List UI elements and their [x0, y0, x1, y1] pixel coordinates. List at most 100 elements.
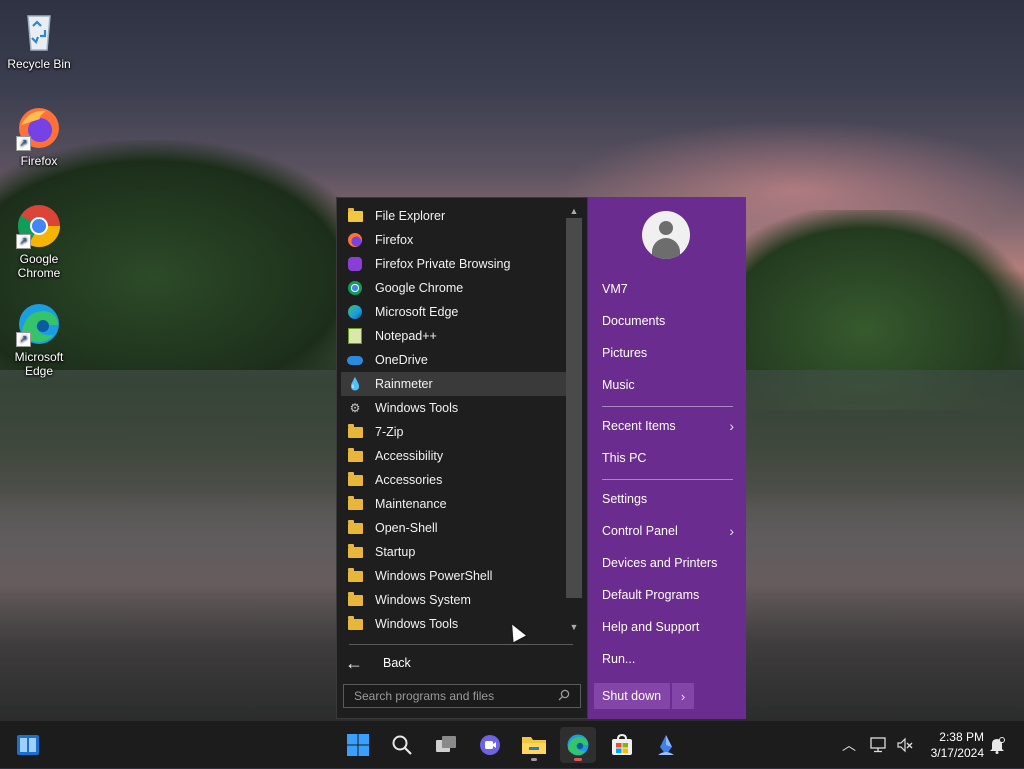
- store-icon: [612, 733, 632, 755]
- program-folder-7zip[interactable]: 7-Zip: [341, 420, 567, 444]
- folder-icon: [347, 447, 363, 464]
- desktop-icon-label: Firefox: [20, 154, 58, 168]
- program-folder-maintenance[interactable]: Maintenance: [341, 492, 567, 516]
- windows-tools-icon: ⚙: [349, 401, 361, 415]
- menu-item-music[interactable]: Music: [602, 373, 734, 397]
- user-avatar[interactable]: [642, 211, 690, 259]
- program-folder-open-shell[interactable]: Open-Shell: [341, 516, 567, 540]
- notifications-button[interactable]: [988, 721, 1006, 769]
- folder-icon: [347, 519, 363, 536]
- scroll-up-icon[interactable]: ▲: [566, 204, 582, 218]
- desktop-icon-label: Microsoft Edge: [14, 350, 64, 378]
- scroll-down-icon[interactable]: ▼: [566, 620, 582, 634]
- program-folder-startup[interactable]: Startup: [341, 540, 567, 564]
- program-item-firefox[interactable]: Firefox: [341, 228, 567, 252]
- open-shell-start-button[interactable]: [10, 727, 46, 763]
- network-status[interactable]: [870, 721, 888, 769]
- shortcut-arrow-icon: ↗: [16, 332, 31, 347]
- active-indicator: [574, 758, 582, 761]
- shutdown-options-button[interactable]: ›: [672, 683, 694, 709]
- program-folder-windows-system[interactable]: Windows System: [341, 588, 567, 612]
- edge-icon: ↗: [16, 301, 62, 347]
- chevron-right-icon: ›: [680, 688, 686, 704]
- menu-item-this-pc[interactable]: This PC: [602, 446, 734, 470]
- desktop-icon-label: Recycle Bin: [7, 57, 71, 71]
- menu-item-default-programs[interactable]: Default Programs: [602, 583, 734, 607]
- program-folder-accessories[interactable]: Accessories: [341, 468, 567, 492]
- notepadpp-icon: [347, 328, 363, 344]
- back-button[interactable]: ← Back: [345, 651, 411, 675]
- show-hidden-icons-button[interactable]: ︿: [842, 721, 856, 769]
- desktop-icon-label: Google Chrome: [17, 252, 61, 280]
- recycle-bin-icon: [16, 8, 62, 54]
- divider: [349, 644, 573, 645]
- scrollbar-thumb[interactable]: [566, 218, 582, 598]
- program-item-windows-tools[interactable]: ⚙ Windows Tools: [341, 396, 567, 420]
- taskbar-search-button[interactable]: [384, 727, 420, 763]
- shortcut-arrow-icon: ↗: [16, 136, 31, 151]
- desktop-icon-firefox[interactable]: ↗ Firefox: [4, 105, 74, 168]
- menu-item-devices-printers[interactable]: Devices and Printers: [602, 551, 734, 575]
- folder-icon: [347, 423, 363, 440]
- program-folder-accessibility[interactable]: Accessibility: [341, 444, 567, 468]
- program-folder-windows-tools[interactable]: Windows Tools: [341, 612, 567, 636]
- program-list: File Explorer Firefox Firefox Private Br…: [341, 204, 567, 636]
- folder-icon: [347, 543, 363, 560]
- rainmeter-icon: 💧: [347, 377, 363, 391]
- taskbar: ︿ 2:38 PM 3/17/2024: [0, 720, 1024, 768]
- menu-item-control-panel[interactable]: Control Panel ›: [602, 519, 734, 543]
- notification-bell-icon: [990, 737, 1005, 754]
- volume-status[interactable]: [896, 721, 914, 769]
- program-item-rainmeter[interactable]: 💧 Rainmeter: [341, 372, 567, 396]
- menu-item-documents[interactable]: Documents: [602, 309, 734, 333]
- taskbar-file-explorer[interactable]: [516, 727, 552, 763]
- taskbar-microsoft-edge[interactable]: [560, 727, 596, 763]
- chevron-up-icon: ︿: [842, 737, 856, 753]
- task-view-button[interactable]: [428, 727, 464, 763]
- file-explorer-icon: [347, 207, 363, 224]
- program-item-google-chrome[interactable]: Google Chrome: [341, 276, 567, 300]
- start-menu-places-pane: VM7 Documents Pictures Music Recent Item…: [588, 197, 746, 719]
- menu-item-run[interactable]: Run...: [602, 647, 734, 671]
- user-head-shape: [659, 221, 673, 235]
- folder-icon: [347, 495, 363, 512]
- program-item-microsoft-edge[interactable]: Microsoft Edge: [341, 300, 567, 324]
- chat-icon: [480, 735, 500, 755]
- taskbar-clock[interactable]: 2:38 PM 3/17/2024: [922, 729, 984, 761]
- chrome-icon: ↗: [16, 203, 62, 249]
- menu-item-recent-items[interactable]: Recent Items ›: [602, 414, 734, 438]
- crystal-app-icon: [658, 735, 674, 755]
- shutdown-button[interactable]: Shut down: [594, 683, 670, 709]
- edge-icon: [567, 734, 589, 756]
- taskbar-microsoft-store[interactable]: [604, 727, 640, 763]
- desktop-icon-google-chrome[interactable]: ↗ Google Chrome: [4, 203, 74, 280]
- windows-logo-icon: [347, 734, 369, 756]
- program-item-onedrive[interactable]: OneDrive: [341, 348, 567, 372]
- firefox-icon: ↗: [16, 105, 62, 151]
- taskbar-rainmeter-app[interactable]: [648, 727, 684, 763]
- onedrive-icon: [347, 352, 363, 368]
- windows-start-button[interactable]: [340, 727, 376, 763]
- program-item-notepadpp[interactable]: Notepad++: [341, 324, 567, 348]
- divider: [602, 406, 733, 407]
- chevron-right-icon: ›: [729, 418, 734, 434]
- user-body-shape: [652, 238, 680, 259]
- chevron-right-icon: ›: [729, 523, 734, 539]
- search-icon: [558, 689, 570, 704]
- folder-icon: [347, 591, 363, 608]
- menu-item-settings[interactable]: Settings: [602, 487, 734, 511]
- desktop-icon-recycle-bin[interactable]: Recycle Bin: [4, 8, 74, 71]
- program-item-file-explorer[interactable]: File Explorer: [341, 204, 567, 228]
- program-folder-windows-powershell[interactable]: Windows PowerShell: [341, 564, 567, 588]
- menu-item-help-support[interactable]: Help and Support: [602, 615, 734, 639]
- menu-item-pictures[interactable]: Pictures: [602, 341, 734, 365]
- search-input[interactable]: Search programs and files: [343, 684, 581, 708]
- teams-chat-button[interactable]: [472, 727, 508, 763]
- desktop-icon-microsoft-edge[interactable]: ↗ Microsoft Edge: [4, 301, 74, 378]
- menu-item-user[interactable]: VM7: [602, 277, 734, 301]
- folder-icon: [347, 471, 363, 488]
- open-shell-start-icon: [17, 735, 39, 755]
- edge-icon: [347, 304, 363, 320]
- program-item-firefox-private[interactable]: Firefox Private Browsing: [341, 252, 567, 276]
- start-menu-programs-pane: File Explorer Firefox Firefox Private Br…: [336, 197, 588, 719]
